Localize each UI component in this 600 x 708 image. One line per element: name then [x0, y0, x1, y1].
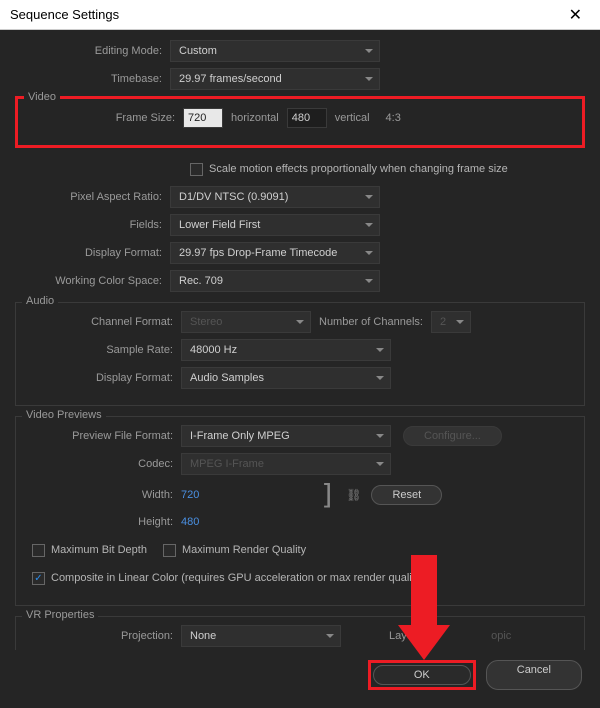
video-previews-fieldset: Video Previews Preview File Format: I-Fr…: [15, 416, 585, 606]
frame-height-input[interactable]: 480: [287, 108, 327, 128]
editing-mode-label: Editing Mode:: [15, 45, 170, 57]
previews-legend: Video Previews: [22, 409, 106, 421]
scale-motion-checkbox[interactable]: [190, 163, 203, 176]
horizontal-label: horizontal: [231, 112, 279, 124]
preview-file-format-dropdown[interactable]: I-Frame Only MPEG: [181, 425, 391, 447]
projection-dropdown[interactable]: None: [181, 625, 341, 647]
color-space-label: Working Color Space:: [15, 275, 170, 287]
video-fieldset: Video Frame Size: 720 horizontal 480 ver…: [15, 96, 585, 148]
fields-dropdown[interactable]: Lower Field First: [170, 214, 380, 236]
audio-display-format-dropdown[interactable]: Audio Samples: [181, 367, 391, 389]
footer: OK Cancel: [0, 650, 600, 708]
preview-file-format-label: Preview File Format:: [26, 430, 181, 442]
max-bit-depth-label: Maximum Bit Depth: [51, 544, 147, 556]
fields-label: Fields:: [15, 219, 170, 231]
max-render-quality-checkbox[interactable]: [163, 544, 176, 557]
frame-width-input[interactable]: 720: [183, 108, 223, 128]
pixel-aspect-dropdown[interactable]: D1/DV NTSC (0.9091): [170, 186, 380, 208]
preview-width-label: Width:: [26, 489, 181, 501]
content-area: Editing Mode: Custom Timebase: 29.97 fra…: [0, 30, 600, 650]
timebase-label: Timebase:: [15, 73, 170, 85]
frame-size-label: Frame Size:: [28, 112, 183, 124]
color-space-dropdown[interactable]: Rec. 709: [170, 270, 380, 292]
sample-rate-dropdown[interactable]: 48000 Hz: [181, 339, 391, 361]
sequence-settings-dialog: Sequence Settings ✕ Editing Mode: Custom…: [0, 0, 600, 708]
audio-fieldset: Audio Channel Format: Stereo Number of C…: [15, 302, 585, 406]
num-channels-dropdown: 2: [431, 311, 471, 333]
audio-legend: Audio: [22, 295, 58, 307]
editing-mode-dropdown[interactable]: Custom: [170, 40, 380, 62]
scale-motion-label: Scale motion effects proportionally when…: [209, 163, 508, 175]
link-icon[interactable]: ⛓: [346, 488, 361, 502]
pixel-aspect-label: Pixel Aspect Ratio:: [15, 191, 170, 203]
preview-width-value[interactable]: 720: [181, 489, 199, 501]
composite-linear-checkbox[interactable]: ✓: [32, 572, 45, 585]
vr-fieldset: VR Properties Projection: None Layout: o…: [15, 616, 585, 650]
audio-display-format-label: Display Format:: [26, 372, 181, 384]
vertical-label: vertical: [335, 112, 370, 124]
projection-label: Projection:: [26, 630, 181, 642]
timebase-dropdown[interactable]: 29.97 frames/second: [170, 68, 380, 90]
codec-label: Codec:: [26, 458, 181, 470]
max-render-quality-label: Maximum Render Quality: [182, 544, 306, 556]
channel-format-dropdown: Stereo: [181, 311, 311, 333]
codec-dropdown: MPEG I-Frame: [181, 453, 391, 475]
dialog-title: Sequence Settings: [10, 7, 119, 22]
annotation-arrow-icon: [398, 555, 450, 675]
close-icon[interactable]: ✕: [561, 5, 590, 25]
video-display-format-dropdown[interactable]: 29.97 fps Drop-Frame Timecode: [170, 242, 380, 264]
reset-button[interactable]: Reset: [371, 485, 442, 505]
num-channels-label: Number of Channels:: [319, 316, 423, 328]
layout-value: opic: [491, 630, 511, 642]
video-legend: Video: [24, 91, 60, 103]
titlebar: Sequence Settings ✕: [0, 0, 600, 30]
composite-linear-label: Composite in Linear Color (requires GPU …: [51, 572, 424, 584]
vr-legend: VR Properties: [22, 609, 98, 621]
preview-height-value[interactable]: 480: [181, 516, 199, 528]
configure-button: Configure...: [403, 426, 502, 446]
channel-format-label: Channel Format:: [26, 316, 181, 328]
cancel-button[interactable]: Cancel: [486, 660, 582, 690]
aspect-ratio-value: 4:3: [386, 112, 401, 124]
max-bit-depth-checkbox[interactable]: [32, 544, 45, 557]
preview-height-label: Height:: [26, 516, 181, 528]
link-bracket-icon: ]: [319, 481, 336, 509]
video-display-format-label: Display Format:: [15, 247, 170, 259]
sample-rate-label: Sample Rate:: [26, 344, 181, 356]
